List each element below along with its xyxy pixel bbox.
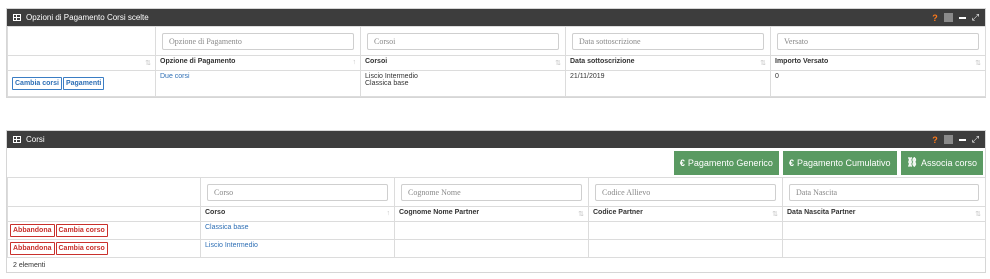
pagamenti-button[interactable]: Pagamenti — [62, 77, 105, 90]
corsi-filter-input[interactable] — [367, 32, 559, 50]
table-row: Abbandona Cambia corso Liscio Intermedio — [7, 239, 986, 258]
column-header-codice[interactable]: Codice Partner ⇅ — [588, 206, 783, 222]
sort-icon: ⇅ — [975, 60, 981, 67]
column-header-data[interactable]: Data sottoscrizione ⇅ — [565, 55, 771, 71]
panel-title: Opzioni di Pagamento Corsi scelte — [26, 13, 149, 22]
panel-header: Corsi ? ⤢ — [7, 131, 985, 148]
corsi-cell: Liscio Intermedio Classica base — [360, 70, 566, 97]
column-header-importo[interactable]: Importo Versato ⇅ — [770, 55, 986, 71]
data-filter-input[interactable] — [572, 32, 764, 50]
expand-icon[interactable]: ⤢ — [972, 135, 979, 144]
minimize-icon[interactable] — [958, 16, 966, 19]
corso-cell[interactable]: Classica base — [200, 221, 395, 240]
help-icon[interactable]: ? — [932, 135, 938, 145]
sort-icon: ⇅ — [975, 211, 981, 218]
table-footer: 2 elementi — [13, 262, 46, 269]
column-header-cognome[interactable]: Cognome Nome Partner ⇅ — [394, 206, 589, 222]
expand-icon[interactable]: ⤢ — [972, 13, 979, 22]
panel-tools: ? ⤢ — [932, 13, 979, 23]
filter-row — [7, 177, 986, 207]
abbandona-button[interactable]: Abbandona — [10, 224, 55, 237]
nascita-filter-input[interactable] — [789, 183, 979, 201]
courses-table: Corso↑ Cognome Nome Partner⇅ Codice Part… — [7, 177, 986, 258]
versato-filter-input[interactable] — [777, 32, 979, 50]
courses-panel: Corsi ? ⤢ € Pagamento Generico € Pagamento… — [6, 130, 986, 273]
sort-icon: ⇅ — [145, 60, 151, 67]
panel-header: Opzioni di Pagamento Corsi scelte ? ⤢ — [7, 9, 985, 26]
cognome-filter-input[interactable] — [401, 183, 582, 201]
opzione-cell[interactable]: Due corsi — [155, 70, 361, 97]
corso-filter-input[interactable] — [207, 183, 388, 201]
codice-filter-input[interactable] — [595, 183, 776, 201]
corso-line: Liscio Intermedio — [365, 73, 418, 80]
opzione-filter-input[interactable] — [162, 32, 354, 50]
panel-tools: ? ⤢ — [932, 135, 979, 145]
action-bar: € Pagamento Generico € Pagamento Cumulativ… — [7, 148, 985, 177]
square-icon[interactable] — [943, 135, 953, 144]
sort-icon: ⇅ — [772, 211, 778, 218]
associa-corso-button[interactable]: ⛓ Associa corso — [900, 150, 983, 175]
cambia-corso-button[interactable]: Cambia corso — [55, 242, 108, 255]
column-header-nascita[interactable]: Data Nascita Partner ⇅ — [782, 206, 986, 222]
column-header-opzione[interactable]: Opzione di Pagamento ↑ — [155, 55, 361, 71]
importo-cell: 0 — [770, 70, 986, 97]
cambia-corso-button[interactable]: Cambia corso — [55, 224, 108, 237]
panel-title: Corsi — [26, 135, 45, 144]
euro-icon: € — [679, 157, 685, 168]
header-row: Corso ↑ Cognome Nome Partner ⇅ Codice Part… — [7, 206, 986, 222]
link-icon: ⛓ — [906, 157, 918, 167]
grid-icon — [13, 14, 21, 21]
abbandona-button[interactable]: Abbandona — [10, 242, 55, 255]
corso-cell[interactable]: Liscio Intermedio — [200, 239, 395, 258]
cambia-corsi-button[interactable]: Cambia corsi — [12, 77, 62, 90]
payment-options-panel: Opzioni di Pagamento Corsi scelte ? ⤢ ⇅ … — [6, 8, 986, 98]
data-cell: 21/11/2019 — [565, 70, 771, 97]
minimize-icon[interactable] — [958, 138, 966, 141]
column-header-actions — [7, 206, 201, 222]
payment-options-table: ⇅ Opzione di Pagamento↑ Corsoi⇅ Data sot… — [7, 26, 986, 97]
table-row: Cambia corsi Pagamenti Due corsi Liscio I… — [7, 70, 986, 97]
filter-row — [7, 26, 986, 56]
euro-icon: € — [788, 157, 794, 168]
square-icon[interactable] — [943, 13, 953, 22]
help-icon[interactable]: ? — [932, 13, 938, 23]
table-row: Abbandona Cambia corso Classica base — [7, 221, 986, 240]
sort-icon: ↑ — [386, 210, 391, 217]
column-header-actions[interactable]: ⇅ — [7, 55, 156, 71]
sort-icon: ⇅ — [760, 60, 766, 67]
pagamento-cumulativo-button[interactable]: € Pagamento Cumulativo — [782, 150, 897, 175]
pagamento-generico-button[interactable]: € Pagamento Generico — [673, 150, 779, 175]
header-row: ⇅ Opzione di Pagamento ↑ Corsoi ⇅ Data sot… — [7, 55, 986, 71]
grid-icon — [13, 136, 21, 143]
column-header-corsi[interactable]: Corsoi ⇅ — [360, 55, 566, 71]
corso-line: Classica base — [365, 80, 409, 87]
sort-icon: ⇅ — [555, 60, 561, 67]
column-header-corso[interactable]: Corso ↑ — [200, 206, 395, 222]
sort-icon: ⇅ — [578, 211, 584, 218]
sort-icon: ↑ — [352, 59, 357, 66]
